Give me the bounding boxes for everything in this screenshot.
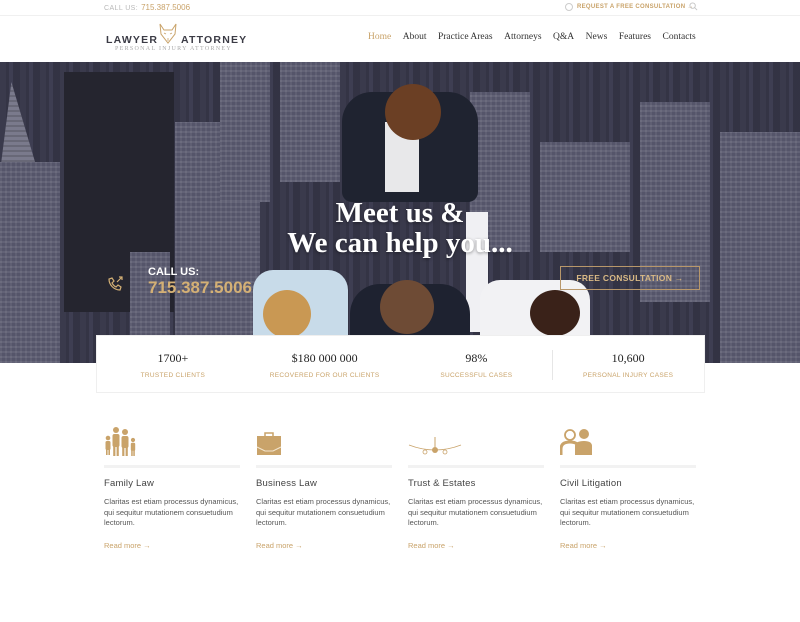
service-family-law: Family Law Claritas est etiam processus … (104, 425, 256, 553)
stat-successful-cases: 98% SUCCESSFUL CASES (401, 336, 553, 392)
stat-label: SUCCESSFUL CASES (440, 372, 513, 379)
read-more-link[interactable]: Read more → (560, 541, 607, 550)
stat-value: 10,600 (611, 351, 645, 365)
hero-banner: Meet us & We can help you... CALL US: 71… (0, 62, 800, 363)
hero-title-line2: We can help you... (287, 227, 513, 259)
nav-home[interactable]: Home (368, 32, 391, 42)
nav-news[interactable]: News (586, 32, 608, 42)
stat-trusted-clients: 1700+ TRUSTED CLIENTS (97, 336, 249, 392)
service-divider (560, 465, 696, 468)
hero-building (0, 162, 60, 363)
service-description: Claritas est etiam processus dynamicus, … (104, 497, 239, 527)
practice-areas: Family Law Claritas est etiam processus … (104, 425, 704, 553)
stat-label: PERSONAL INJURY CASES (582, 372, 674, 379)
hero-title-line1: Meet us & (335, 197, 465, 229)
service-description: Claritas est etiam processus dynamicus, … (560, 497, 695, 527)
service-description: Claritas est etiam processus dynamicus, … (408, 497, 543, 527)
service-divider (408, 465, 544, 468)
free-consultation-button[interactable]: FREE CONSULTATION → (560, 266, 700, 290)
stat-value: 98% (465, 351, 488, 365)
nav-qa[interactable]: Q&A (553, 32, 574, 42)
service-title[interactable]: Family Law (104, 478, 244, 489)
service-divider (104, 465, 240, 468)
nav-features[interactable]: Features (619, 32, 651, 42)
service-title[interactable]: Civil Litigation (560, 478, 700, 489)
stats-bar: 1700+ TRUSTED CLIENTS $180 000 000 RECOV… (96, 335, 705, 393)
stat-label: TRUSTED CLIENTS (140, 372, 206, 379)
fox-logo-icon (159, 23, 177, 44)
stat-label: RECOVERED FOR OUR CLIENTS (269, 372, 380, 379)
family-icon (104, 425, 244, 457)
read-more-link[interactable]: Read more → (408, 541, 455, 550)
search-icon[interactable] (689, 2, 698, 11)
hero-title: Meet us & We can help you... (0, 198, 800, 258)
main-nav: Home About Practice Areas Attorneys Q&A … (368, 32, 707, 42)
hero-building (220, 62, 270, 202)
stat-injury-cases: 10,600 PERSONAL INJURY CASES (552, 336, 704, 392)
topbar-call: CALL US: 715.387.5006 (104, 3, 190, 12)
header: LAWYER ATTORNEY PERSONAL INJURY ATTORNEY… (0, 17, 800, 62)
hero-building (280, 62, 340, 182)
nav-practice-areas[interactable]: Practice Areas (438, 32, 493, 42)
nav-about[interactable]: About (403, 32, 427, 42)
top-bar: CALL US: 715.387.5006 REQUEST A FREE CONS… (0, 0, 800, 16)
hero-call-label: CALL US: (148, 266, 200, 278)
nav-contacts[interactable]: Contacts (663, 32, 696, 42)
service-civil-litigation: Civil Litigation Claritas est etiam proc… (559, 425, 712, 553)
service-description: Claritas est etiam processus dynamicus, … (256, 497, 391, 527)
airplane-icon (408, 425, 548, 457)
nav-attorneys[interactable]: Attorneys (504, 32, 541, 42)
logo-tagline: PERSONAL INJURY ATTORNEY (115, 46, 232, 52)
service-title[interactable]: Business Law (256, 478, 396, 489)
hero-building (0, 82, 38, 172)
users-icon (559, 425, 700, 457)
request-consultation-link[interactable]: REQUEST A FREE CONSULTATION → (565, 3, 694, 11)
stat-value: $180 000 000 (291, 351, 358, 365)
stat-recovered: $180 000 000 RECOVERED FOR OUR CLIENTS (249, 336, 401, 392)
hero-person-head (385, 84, 441, 140)
phone-icon (108, 276, 123, 291)
briefcase-icon (256, 425, 396, 457)
hero-person-head (263, 290, 311, 338)
topbar-call-label: CALL US: (104, 5, 139, 12)
read-more-link[interactable]: Read more → (256, 541, 303, 550)
request-consultation-label: REQUEST A FREE CONSULTATION → (577, 4, 694, 10)
hero-phone-number[interactable]: 715.387.5006 (148, 278, 252, 298)
logo[interactable]: LAWYER ATTORNEY PERSONAL INJURY ATTORNEY (106, 23, 246, 57)
read-more-link[interactable]: Read more → (104, 541, 151, 550)
service-title[interactable]: Trust & Estates (408, 478, 548, 489)
hero-person-head (530, 290, 580, 336)
service-business-law: Business Law Claritas est etiam processu… (256, 425, 408, 553)
stat-value: 1700+ (157, 351, 189, 365)
chat-icon (565, 3, 573, 11)
logo-word-attorney: ATTORNEY (181, 34, 248, 46)
service-divider (256, 465, 392, 468)
logo-word-lawyer: LAWYER (106, 34, 159, 46)
hero-person-head (380, 280, 434, 334)
topbar-phone-link[interactable]: 715.387.5006 (141, 3, 190, 12)
service-trust-estates: Trust & Estates Claritas est etiam proce… (408, 425, 560, 553)
